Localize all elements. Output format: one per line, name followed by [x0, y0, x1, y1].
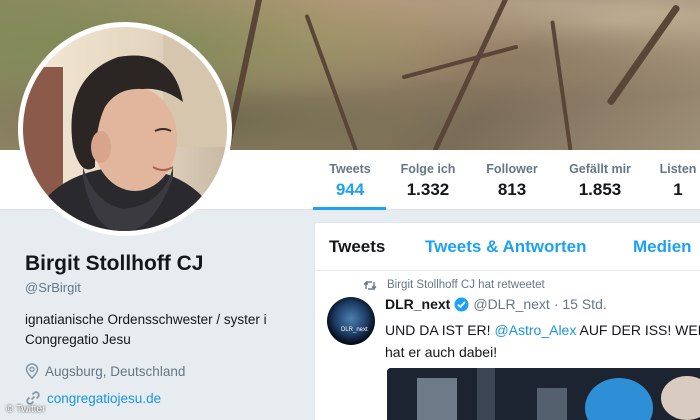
profile-avatar[interactable]	[18, 22, 232, 236]
timeline-tabs: Tweets Tweets & Antworten Medien	[315, 223, 700, 271]
stat-value: 1.853	[578, 180, 622, 199]
stat-lists[interactable]: Listen 1	[656, 162, 700, 200]
tweet-author-handle[interactable]: @DLR_next	[473, 296, 549, 312]
tab-tweets[interactable]: Tweets	[329, 237, 385, 257]
tweet-author-name[interactable]: DLR_next	[385, 296, 450, 312]
timeline-card: Tweets Tweets & Antworten Medien Birgit …	[314, 222, 700, 420]
tweet-author-avatar[interactable]: DLR_next	[327, 297, 375, 345]
tab-tweets-and-replies[interactable]: Tweets & Antworten	[425, 237, 587, 257]
stat-label: Gefällt mir	[569, 162, 631, 176]
stat-value: 1.332	[406, 180, 450, 199]
image-credit: © Twitter	[6, 404, 46, 415]
tweet-text-part: AUF DER ISS! WEL	[576, 322, 700, 338]
location-pin-icon	[25, 363, 39, 379]
stat-label: Follower	[486, 162, 538, 176]
tweet-text: UND DA IST ER! @Astro_Alex AUF DER ISS! …	[385, 319, 700, 363]
stat-label: Tweets	[329, 162, 371, 176]
stat-value: 813	[497, 180, 527, 199]
profile-handle: @SrBirgit	[25, 280, 81, 295]
stat-tweets[interactable]: Tweets 944	[318, 162, 382, 200]
retweet-icon	[363, 280, 377, 290]
stat-label: Folge ich	[400, 162, 456, 176]
tweet-header: DLR_next @DLR_next · 15 Std.	[385, 296, 607, 312]
tweet-media-image[interactable]	[387, 368, 700, 420]
tweet-mention-link[interactable]: @Astro_Alex	[494, 322, 576, 338]
retweet-note: Birgit Stollhoff CJ hat retweetet	[387, 279, 545, 291]
profile-name: Birgit Stollhoff CJ	[25, 252, 204, 275]
tweet-text-part: UND DA IST ER!	[385, 322, 495, 338]
retweet-context: Birgit Stollhoff CJ hat retweetet	[363, 279, 545, 291]
stat-value: 1	[673, 180, 683, 199]
tweet-timestamp[interactable]: · 15 Std.	[554, 296, 607, 312]
media-photo	[387, 368, 700, 420]
tab-media[interactable]: Medien	[633, 237, 692, 257]
stat-followers[interactable]: Follower 813	[480, 162, 544, 200]
profile-location: Augsburg, Deutschland	[25, 363, 185, 379]
location-text: Augsburg, Deutschland	[45, 363, 186, 379]
avatar-label: DLR_next	[341, 327, 368, 333]
avatar-photo	[23, 27, 227, 231]
verified-badge-icon	[454, 297, 469, 311]
website-link[interactable]: congregatiojesu.de	[47, 391, 161, 406]
tweet-text-part: hat er auch dabei!	[385, 344, 498, 360]
portrait-illustration	[23, 27, 227, 231]
stat-value: 944	[335, 180, 365, 199]
stat-likes[interactable]: Gefällt mir 1.853	[563, 162, 637, 200]
stat-label: Listen	[659, 162, 697, 176]
profile-bio: ignatianische Ordensschwester / syster i…	[25, 312, 267, 347]
stat-following[interactable]: Folge ich 1.332	[392, 162, 464, 200]
active-stat-indicator	[313, 207, 386, 210]
